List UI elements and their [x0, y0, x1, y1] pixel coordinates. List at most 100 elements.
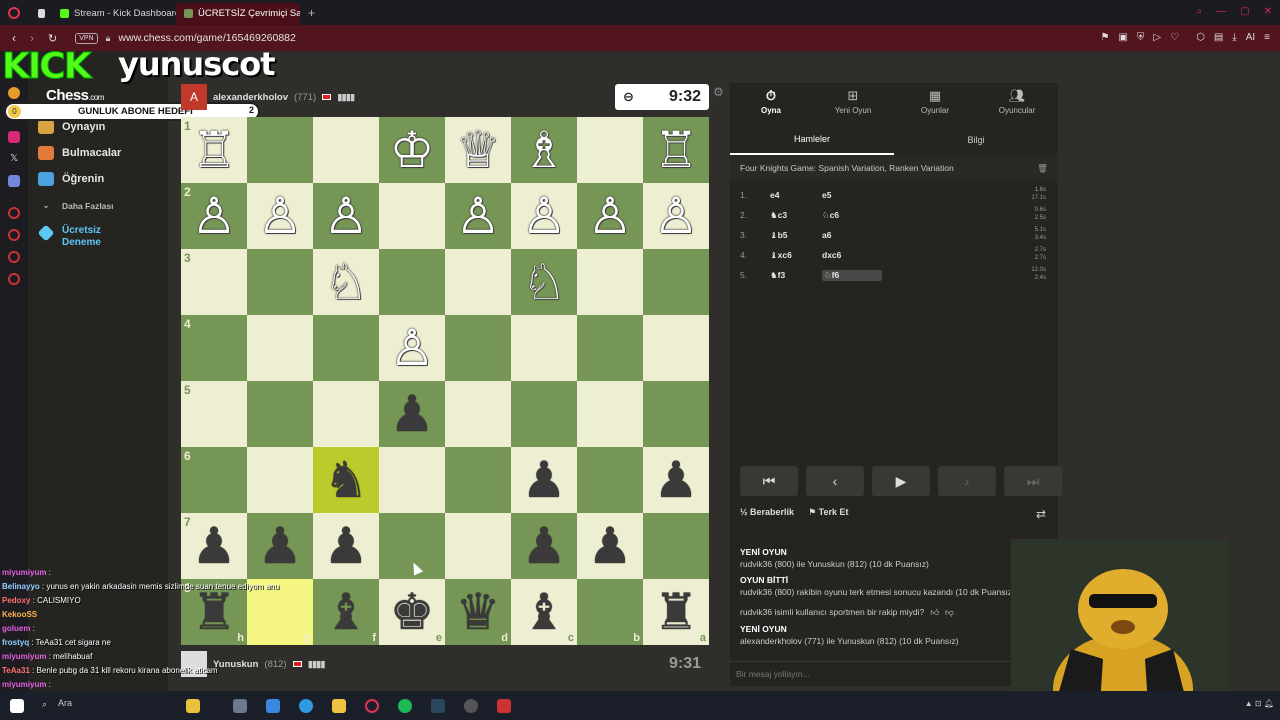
- chat-username[interactable]: KekooSS: [2, 610, 37, 619]
- board-square[interactable]: d ♛: [445, 579, 511, 645]
- subtab-info[interactable]: Bilgi: [894, 125, 1058, 155]
- white-queen-icon[interactable]: ♕: [456, 125, 501, 175]
- tab-players[interactable]: 👥︎ Oyuncular: [976, 83, 1058, 119]
- board-square[interactable]: [511, 381, 577, 447]
- board-square[interactable]: [313, 117, 379, 183]
- white-rook-icon[interactable]: ♖: [654, 125, 699, 175]
- board-square[interactable]: ♘: [511, 249, 577, 315]
- white-pawn-icon[interactable]: ♙: [456, 191, 501, 241]
- board-square[interactable]: ♟: [511, 513, 577, 579]
- black-pawn-icon[interactable]: ♟: [522, 521, 567, 571]
- close-icon[interactable]: ✕: [1264, 6, 1272, 17]
- lock-icon[interactable]: 🔒︎: [106, 33, 111, 44]
- previous-move-button[interactable]: ‹: [806, 466, 864, 496]
- board-square[interactable]: [247, 117, 313, 183]
- board-square[interactable]: [643, 249, 709, 315]
- board-square[interactable]: [445, 447, 511, 513]
- black-rook-icon[interactable]: ♜: [654, 587, 699, 637]
- explorer-icon[interactable]: [332, 699, 346, 713]
- black-move[interactable]: ♘c6: [822, 210, 882, 221]
- board-square[interactable]: [247, 249, 313, 315]
- vpn-badge[interactable]: VPN: [75, 32, 98, 44]
- white-pawn-icon[interactable]: ♙: [390, 323, 435, 373]
- white-pawn-icon[interactable]: ♙: [522, 191, 567, 241]
- board-square[interactable]: ♙: [577, 183, 643, 249]
- nav-more[interactable]: ⌄ Daha Fazlası: [38, 200, 113, 211]
- board-square[interactable]: 5: [181, 381, 247, 447]
- black-pawn-icon[interactable]: ♟: [258, 521, 303, 571]
- draw-button[interactable]: ½ Beraberlik: [740, 507, 794, 518]
- board-square[interactable]: b: [577, 579, 643, 645]
- white-knight-icon[interactable]: ♘: [324, 257, 369, 307]
- board-square[interactable]: 4: [181, 315, 247, 381]
- search-icon[interactable]: ⌕: [1197, 6, 1203, 17]
- board-square[interactable]: [577, 447, 643, 513]
- taskbar-search-icon[interactable]: ⌕: [42, 699, 47, 710]
- opera-taskbar-icon[interactable]: [365, 699, 379, 713]
- snapshot-icon[interactable]: ▣: [1118, 32, 1127, 43]
- steam-icon[interactable]: [431, 699, 445, 713]
- discord-icon[interactable]: [8, 175, 20, 187]
- board-square[interactable]: ♙: [445, 183, 511, 249]
- chat-username[interactable]: frostyq: [2, 638, 29, 647]
- board-square[interactable]: [577, 249, 643, 315]
- board-square[interactable]: ♟: [379, 381, 445, 447]
- opening-name[interactable]: Four Knights Game: Spanish Variation, Ra…: [740, 163, 954, 173]
- board-square[interactable]: [247, 381, 313, 447]
- wallet-icon[interactable]: ▤: [1214, 32, 1223, 43]
- opera-icon[interactable]: [8, 6, 20, 19]
- white-pawn-icon[interactable]: ♙: [588, 191, 633, 241]
- x-icon[interactable]: 𝕏: [8, 153, 20, 165]
- reload-icon[interactable]: ↻: [48, 32, 57, 45]
- tab-new-game[interactable]: ⊞ Yeni Oyun: [812, 83, 894, 119]
- black-pawn-icon[interactable]: ♟: [522, 455, 567, 505]
- browser-tab-blank[interactable]: [30, 3, 52, 25]
- play-icon[interactable]: ▷: [1153, 32, 1161, 43]
- board-square[interactable]: [247, 447, 313, 513]
- browser-icon[interactable]: [299, 699, 313, 713]
- shield-icon[interactable]: ⛨: [1137, 32, 1145, 43]
- black-move[interactable]: ♘f6: [822, 269, 882, 281]
- board-square[interactable]: [577, 315, 643, 381]
- browser-tab-kick[interactable]: Stream - Kick Dashboard: [52, 3, 176, 25]
- bookmark-icon[interactable]: ⚑: [1101, 32, 1110, 43]
- chat-username[interactable]: miyumiyum: [2, 680, 46, 689]
- white-move[interactable]: ♝xc6: [756, 250, 822, 261]
- sidebar-app-icon[interactable]: [8, 87, 20, 99]
- forward-move-button[interactable]: ›: [938, 466, 996, 496]
- nav-learn[interactable]: Öğrenin: [38, 172, 104, 186]
- chat-username[interactable]: goluem: [2, 624, 30, 633]
- board-square[interactable]: [313, 315, 379, 381]
- url-text[interactable]: www.chess.com/game/165469260882: [118, 32, 295, 44]
- white-bishop-icon[interactable]: ♗: [522, 125, 567, 175]
- next-move-button[interactable]: ▶: [872, 466, 930, 496]
- board-square[interactable]: [445, 249, 511, 315]
- last-move-button[interactable]: ⏭: [1004, 466, 1062, 496]
- board-square[interactable]: ♟: [511, 447, 577, 513]
- first-move-button[interactable]: ⏮: [740, 466, 798, 496]
- minimize-icon[interactable]: —: [1216, 6, 1226, 17]
- trash-icon[interactable]: 🗑︎: [1037, 163, 1048, 174]
- chat-username[interactable]: TeAa31: [2, 666, 30, 675]
- message-input[interactable]: Bir mesaj yollayın...: [730, 661, 1058, 686]
- chat-username[interactable]: miyumiyum: [2, 568, 46, 577]
- maximize-icon[interactable]: ▢: [1240, 6, 1249, 17]
- white-pawn-icon[interactable]: ♙: [654, 191, 699, 241]
- speed-dial-icon[interactable]: [8, 207, 20, 219]
- board-square[interactable]: [379, 249, 445, 315]
- board-square[interactable]: [445, 315, 511, 381]
- board-square[interactable]: [379, 447, 445, 513]
- nav-free-trial[interactable]: Ücretsiz Deneme: [37, 224, 122, 249]
- board-square[interactable]: 2 ♙: [181, 183, 247, 249]
- black-move[interactable]: e5: [822, 190, 882, 200]
- white-pawn-icon[interactable]: ♙: [192, 191, 237, 241]
- board-square[interactable]: ♙: [247, 183, 313, 249]
- new-tab-button[interactable]: +: [308, 6, 315, 20]
- board-square[interactable]: ♙: [379, 315, 445, 381]
- resign-button[interactable]: ⚑ Terk Et: [808, 507, 848, 518]
- black-pawn-icon[interactable]: ♟: [324, 521, 369, 571]
- history-icon[interactable]: [8, 229, 20, 241]
- flip-board-icon[interactable]: ⇄: [1036, 507, 1046, 521]
- pin-icon[interactable]: [8, 251, 20, 263]
- board-square[interactable]: [379, 183, 445, 249]
